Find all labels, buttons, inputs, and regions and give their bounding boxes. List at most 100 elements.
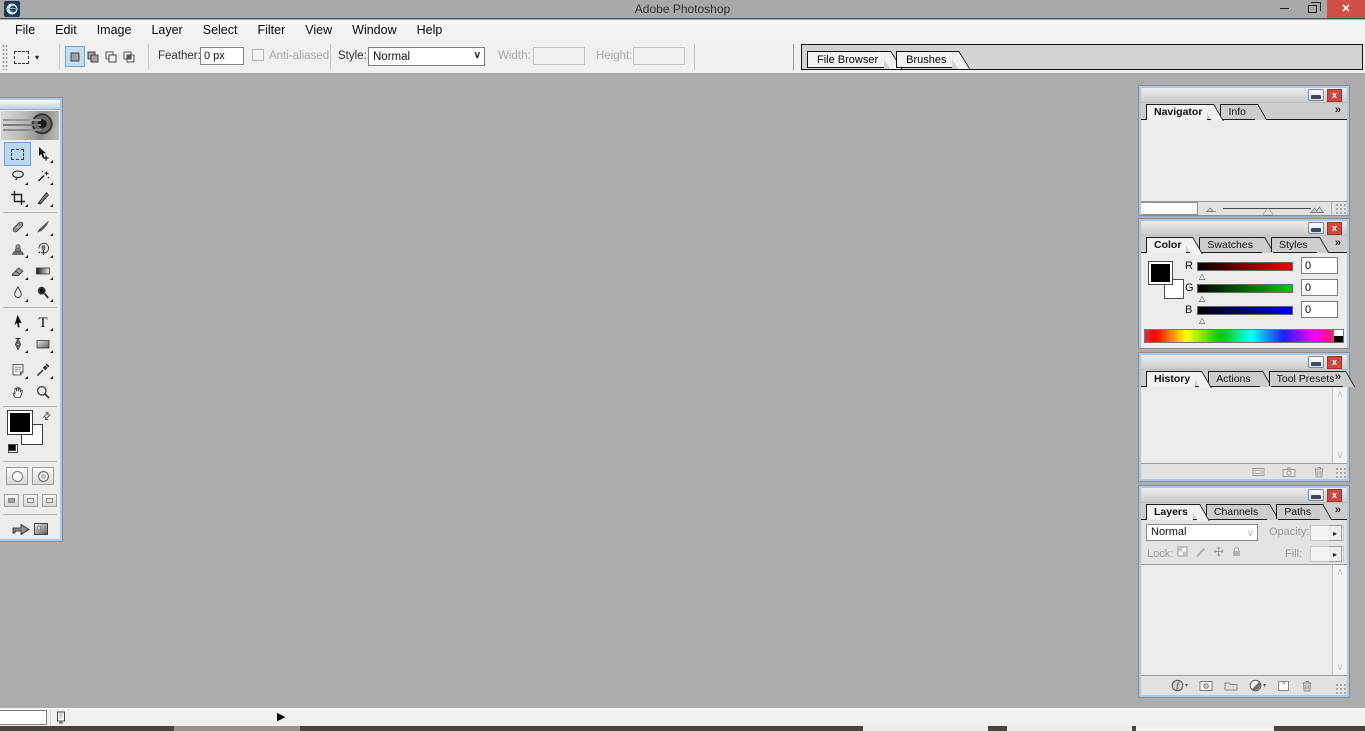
color-spectrum-ramp[interactable] xyxy=(1144,329,1344,343)
document-info-icon[interactable] xyxy=(55,711,67,725)
menu-file[interactable]: File xyxy=(5,21,45,39)
slider-marker-icon[interactable]: △ xyxy=(1199,294,1205,303)
palette-menu-icon[interactable]: » xyxy=(1335,104,1341,116)
path-selection-tool[interactable] xyxy=(5,311,30,333)
rectangular-marquee-tool[interactable] xyxy=(4,142,31,166)
tab-tool-presets[interactable]: Tool Presets xyxy=(1268,371,1340,386)
new-layer-set-button[interactable] xyxy=(1224,680,1238,692)
swap-colors-icon[interactable]: ⇄ xyxy=(40,410,54,424)
anti-aliased-checkbox[interactable] xyxy=(252,49,264,61)
new-snapshot-button[interactable] xyxy=(1282,466,1296,478)
title-bar[interactable]: Adobe Photoshop ✕ xyxy=(0,0,1365,19)
menu-view[interactable]: View xyxy=(295,21,342,39)
options-grip[interactable] xyxy=(2,44,8,70)
layers-title-bar[interactable]: x xyxy=(1141,488,1347,503)
green-value-input[interactable] xyxy=(1301,279,1338,296)
pen-tool[interactable] xyxy=(5,333,30,355)
scroll-down-icon[interactable]: ∨ xyxy=(1333,450,1347,461)
tab-color[interactable]: Color xyxy=(1146,237,1187,253)
palette-menu-icon[interactable]: » xyxy=(1335,371,1341,383)
tool-preset-picker[interactable]: ▾ xyxy=(14,46,54,68)
layer-style-button[interactable]: f ▾ xyxy=(1171,679,1188,692)
toolbox-drag-bar[interactable] xyxy=(0,100,60,110)
resize-grip[interactable] xyxy=(1335,683,1346,694)
foreground-color-chip[interactable] xyxy=(7,410,33,435)
palette-minimize-button[interactable] xyxy=(1308,222,1324,234)
add-selection-button[interactable] xyxy=(84,47,102,66)
slider-marker-icon[interactable] xyxy=(1263,208,1273,215)
rectangle-shape-tool[interactable] xyxy=(30,333,55,355)
feather-input[interactable] xyxy=(200,47,244,65)
menu-filter[interactable]: Filter xyxy=(247,21,295,39)
tab-actions[interactable]: Actions xyxy=(1208,371,1256,386)
move-tool[interactable] xyxy=(30,143,55,165)
color-title-bar[interactable]: x xyxy=(1141,221,1347,236)
history-title-bar[interactable]: x xyxy=(1141,355,1347,370)
new-document-from-state-button[interactable] xyxy=(1252,466,1265,478)
menu-layer[interactable]: Layer xyxy=(141,21,192,39)
green-slider[interactable] xyxy=(1197,284,1293,293)
tab-paths[interactable]: Paths xyxy=(1276,504,1317,519)
delete-layer-button[interactable] xyxy=(1301,679,1313,692)
slider-marker-icon[interactable]: △ xyxy=(1199,316,1205,325)
scroll-up-icon[interactable]: ∧ xyxy=(1333,567,1347,578)
standard-mode-button[interactable] xyxy=(6,467,28,485)
history-scrollbar[interactable]: ∧ ∨ xyxy=(1332,387,1347,463)
history-brush-tool[interactable] xyxy=(30,238,55,260)
palette-minimize-button[interactable] xyxy=(1308,356,1324,368)
palette-close-button[interactable]: x xyxy=(1327,356,1342,369)
tab-layers[interactable]: Layers xyxy=(1146,504,1193,520)
status-zoom-input[interactable] xyxy=(0,710,47,725)
hand-tool[interactable] xyxy=(5,381,30,403)
dodge-tool[interactable] xyxy=(30,282,55,304)
tab-info[interactable]: Info xyxy=(1220,104,1251,119)
intersect-selection-button[interactable] xyxy=(120,47,138,66)
standard-screen-button[interactable] xyxy=(3,494,19,507)
adjustment-layer-button[interactable]: ▾ xyxy=(1249,679,1266,692)
zoom-out-mountain-icon[interactable] xyxy=(1205,205,1217,213)
navigator-title-bar[interactable]: x xyxy=(1141,88,1347,103)
file-browser-well-tab[interactable]: File Browser xyxy=(807,51,885,68)
menu-help[interactable]: Help xyxy=(407,21,453,39)
eyedropper-tool[interactable] xyxy=(30,359,55,381)
palette-menu-icon[interactable]: » xyxy=(1335,504,1341,516)
palette-close-button[interactable]: x xyxy=(1327,222,1342,235)
magic-wand-tool[interactable] xyxy=(30,165,55,187)
palette-close-button[interactable]: x xyxy=(1327,489,1342,502)
gradient-tool[interactable] xyxy=(30,260,55,282)
add-layer-mask-button[interactable] xyxy=(1199,680,1213,692)
tab-swatches[interactable]: Swatches xyxy=(1199,237,1258,252)
restore-button[interactable] xyxy=(1298,0,1327,18)
palette-minimize-button[interactable] xyxy=(1308,489,1324,501)
fill-spinner-icon[interactable]: ▸ xyxy=(1329,546,1342,562)
palette-minimize-button[interactable] xyxy=(1308,89,1324,101)
clone-stamp-tool[interactable] xyxy=(5,238,30,260)
default-colors-icon[interactable] xyxy=(8,444,18,453)
brushes-well-tab[interactable]: Brushes xyxy=(896,51,953,68)
lock-position-icon[interactable] xyxy=(1213,546,1224,557)
crop-tool[interactable] xyxy=(5,187,30,209)
tab-channels[interactable]: Channels xyxy=(1205,504,1264,519)
scroll-up-icon[interactable]: ∧ xyxy=(1333,389,1347,400)
scroll-down-icon[interactable]: ∨ xyxy=(1333,662,1347,673)
red-value-input[interactable] xyxy=(1301,257,1338,274)
style-select[interactable]: Normal ∨ xyxy=(368,47,485,66)
delete-state-button[interactable] xyxy=(1313,465,1325,478)
red-slider[interactable] xyxy=(1197,262,1293,271)
tab-navigator[interactable]: Navigator xyxy=(1146,104,1208,120)
new-layer-button[interactable] xyxy=(1277,680,1290,692)
blue-value-input[interactable] xyxy=(1301,301,1338,318)
status-menu-icon[interactable]: ▶ xyxy=(277,710,285,723)
lock-transparency-icon[interactable] xyxy=(1177,546,1188,557)
fullscreen-menubar-button[interactable] xyxy=(22,494,38,507)
menu-image[interactable]: Image xyxy=(87,21,142,39)
eraser-tool[interactable] xyxy=(5,260,30,282)
lasso-tool[interactable] xyxy=(5,165,30,187)
slice-tool[interactable] xyxy=(30,187,55,209)
palette-menu-icon[interactable]: » xyxy=(1335,237,1341,249)
tab-styles[interactable]: Styles xyxy=(1270,237,1313,252)
tab-history[interactable]: History xyxy=(1146,371,1196,387)
menu-select[interactable]: Select xyxy=(193,21,248,39)
resize-grip[interactable] xyxy=(1335,467,1346,478)
close-button[interactable]: ✕ xyxy=(1327,0,1365,18)
